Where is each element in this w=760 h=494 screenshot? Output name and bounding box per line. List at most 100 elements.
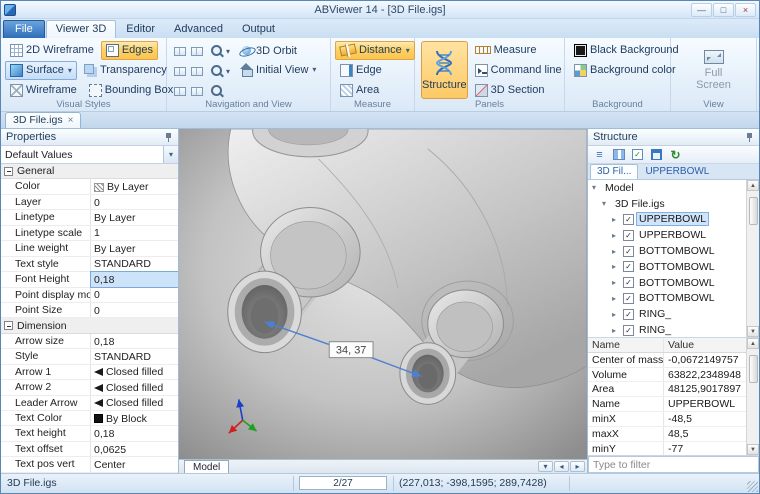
table-row[interactable]: minY -77 xyxy=(588,442,746,455)
scrollbar-thumb[interactable] xyxy=(749,355,758,383)
viewport-layout-button[interactable] xyxy=(173,62,187,81)
tree-item[interactable]: ▸ ✓ BOTTOMBOWL xyxy=(588,259,746,275)
checkbox[interactable]: ✓ xyxy=(623,293,634,304)
table-row[interactable]: maxX 48,5 xyxy=(588,427,746,442)
checkbox[interactable]: ✓ xyxy=(623,246,634,257)
chevron-down-icon[interactable]: ▾ xyxy=(68,66,72,75)
pan-button[interactable] xyxy=(208,81,232,101)
chevron-right-icon[interactable]: ▸ xyxy=(612,294,620,303)
property-row[interactable]: Text style STANDARD xyxy=(1,257,178,272)
table-row[interactable]: Volume 63822,2348948 xyxy=(588,368,746,383)
chevron-down-icon[interactable]: ▾ xyxy=(312,65,316,74)
checkbox[interactable]: ✓ xyxy=(623,261,634,272)
scroll-up-icon[interactable]: ▲ xyxy=(747,180,759,191)
table-row[interactable]: Center of mass -0,0672149757 xyxy=(588,353,746,368)
close-button[interactable]: × xyxy=(735,3,756,17)
scroll-left-icon[interactable]: ◂ xyxy=(554,461,569,472)
scrollbar-thumb[interactable] xyxy=(749,197,758,225)
scroll-up-icon[interactable]: ▲ xyxy=(747,338,759,349)
tab-advanced[interactable]: Advanced xyxy=(165,21,232,38)
viewport-layout-button[interactable] xyxy=(190,82,204,101)
checkbox[interactable]: ✓ xyxy=(623,214,634,225)
refresh-icon[interactable]: ↻ xyxy=(668,148,683,162)
viewport-layout-button[interactable] xyxy=(173,82,187,101)
model-tab[interactable]: Model xyxy=(184,460,229,473)
tree-item[interactable]: ▸ ✓ RING_ xyxy=(588,322,746,337)
table-row[interactable]: Name UPPERBOWL xyxy=(588,397,746,412)
section-general[interactable]: General xyxy=(1,164,178,179)
chevron-down-icon[interactable]: ▾ xyxy=(226,47,230,56)
chevron-down-icon[interactable]: ▾ xyxy=(592,183,600,192)
background-color-button[interactable]: Background color xyxy=(569,61,681,80)
property-row[interactable]: Arrow 2 Closed filled xyxy=(1,380,178,395)
structure-tab-file[interactable]: 3D Fil... xyxy=(590,164,638,179)
command-line-button[interactable]: Command line xyxy=(470,61,567,80)
tree-scrollbar[interactable]: ▲ ▼ xyxy=(746,180,759,337)
full-screen-button[interactable]: Full Screen xyxy=(688,41,740,99)
property-row[interactable]: Layer 0 xyxy=(1,195,178,210)
tab-file[interactable]: File xyxy=(3,20,45,38)
chevron-right-icon[interactable]: ▸ xyxy=(612,326,620,335)
collapse-icon[interactable] xyxy=(4,167,13,176)
property-row[interactable]: Arrow size 0,18 xyxy=(1,334,178,349)
property-row[interactable]: Point Size 0 xyxy=(1,303,178,318)
chevron-right-icon[interactable]: ▸ xyxy=(612,215,620,224)
measure-panel-button[interactable]: Measure xyxy=(470,41,542,60)
checkbox[interactable]: ✓ xyxy=(623,230,634,241)
chevron-right-icon[interactable]: ▸ xyxy=(612,262,620,271)
structure-tab-upperbowl[interactable]: UPPERBOWL xyxy=(639,165,715,179)
zoom-extents-button[interactable]: ▾ xyxy=(208,61,232,81)
filter-input[interactable] xyxy=(588,456,759,473)
transparency-button[interactable]: Transparency xyxy=(79,61,172,80)
document-tab[interactable]: 3D File.igs × xyxy=(5,112,81,128)
scroll-right-icon[interactable]: ▸ xyxy=(570,461,585,472)
maximize-button[interactable]: □ xyxy=(713,3,734,17)
tree-item[interactable]: ▸ ✓ BOTTOMBOWL xyxy=(588,243,746,259)
tab-output[interactable]: Output xyxy=(233,21,284,38)
chevron-down-icon[interactable]: ▾ xyxy=(226,67,230,76)
tree-item[interactable]: ▸ ✓ RING_ xyxy=(588,306,746,322)
chevron-right-icon[interactable]: ▸ xyxy=(612,278,620,287)
initial-view-button[interactable]: Initial View ▾ xyxy=(235,60,321,79)
edge-button[interactable]: Edge xyxy=(335,61,387,80)
pin-icon[interactable] xyxy=(745,132,754,143)
chevron-down-icon[interactable]: ▾ xyxy=(163,146,178,163)
checkbox[interactable]: ✓ xyxy=(623,277,634,288)
checkbox[interactable]: ✓ xyxy=(623,325,634,336)
tree-item[interactable]: ▸ ✓ BOTTOMBOWL xyxy=(588,291,746,307)
columns-icon[interactable] xyxy=(611,148,626,162)
checkboxes-icon[interactable]: ✓ xyxy=(630,148,645,162)
3d-orbit-button[interactable]: 3D Orbit xyxy=(235,41,321,60)
chevron-right-icon[interactable]: ▸ xyxy=(612,231,620,240)
chevron-down-icon[interactable]: ▾ xyxy=(602,199,610,208)
save-icon[interactable] xyxy=(649,148,664,162)
chevron-right-icon[interactable]: ▸ xyxy=(612,247,620,256)
viewport-layout-button[interactable] xyxy=(190,62,204,81)
area-button[interactable]: Area xyxy=(335,81,384,100)
viewport-layout-button[interactable] xyxy=(190,42,204,61)
tree-item[interactable]: ▸ ✓ BOTTOMBOWL xyxy=(588,275,746,291)
table-scrollbar[interactable]: ▲ ▼ xyxy=(746,338,759,455)
property-row[interactable]: Leader Arrow Closed filled xyxy=(1,396,178,411)
scroll-down-icon[interactable]: ▼ xyxy=(747,444,759,455)
chevron-right-icon[interactable]: ▸ xyxy=(612,310,620,319)
pin-icon[interactable] xyxy=(164,132,173,143)
property-row[interactable]: Style STANDARD xyxy=(1,349,178,364)
tree-view-icon[interactable]: ≡ xyxy=(592,148,607,162)
tab-editor[interactable]: Editor xyxy=(117,21,164,38)
tab-viewer-3d[interactable]: Viewer 3D xyxy=(46,20,117,38)
scroll-down-icon[interactable]: ▼ xyxy=(747,326,759,337)
minimize-button[interactable]: — xyxy=(691,3,712,17)
tree-item[interactable]: ▸ ✓ UPPERBOWL xyxy=(588,227,746,243)
collapse-icon[interactable] xyxy=(4,321,13,330)
structure-panel-button[interactable]: Structure xyxy=(421,41,468,99)
tree-item-model[interactable]: ▾ Model xyxy=(588,180,746,196)
chevron-down-icon[interactable]: ▾ xyxy=(538,461,553,472)
tab-close-icon[interactable]: × xyxy=(68,115,74,126)
viewport-layout-button[interactable] xyxy=(173,42,187,61)
property-row[interactable]: Text pos vert Center xyxy=(1,457,178,472)
wireframe-button[interactable]: Wireframe xyxy=(5,81,82,100)
surface-button[interactable]: Surface ▾ xyxy=(5,61,77,80)
section-dimension[interactable]: Dimension xyxy=(1,318,178,333)
3d-section-button[interactable]: 3D Section xyxy=(470,81,550,100)
